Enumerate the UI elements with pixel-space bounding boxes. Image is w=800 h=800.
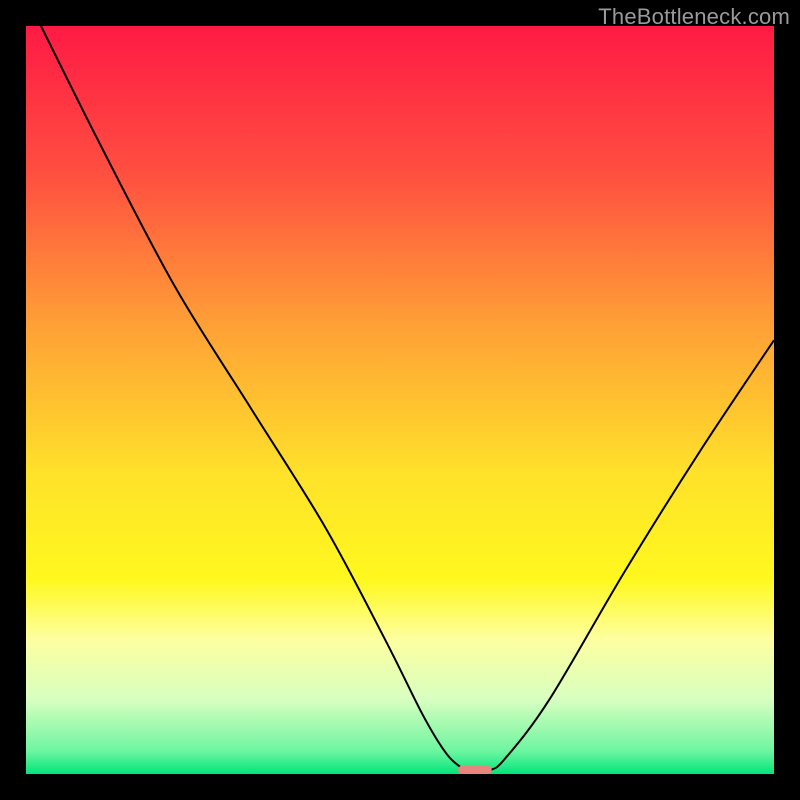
optimal-marker: [458, 766, 492, 774]
watermark-text: TheBottleneck.com: [598, 4, 790, 30]
gradient-background: [26, 26, 774, 774]
chart-canvas: [26, 26, 774, 774]
